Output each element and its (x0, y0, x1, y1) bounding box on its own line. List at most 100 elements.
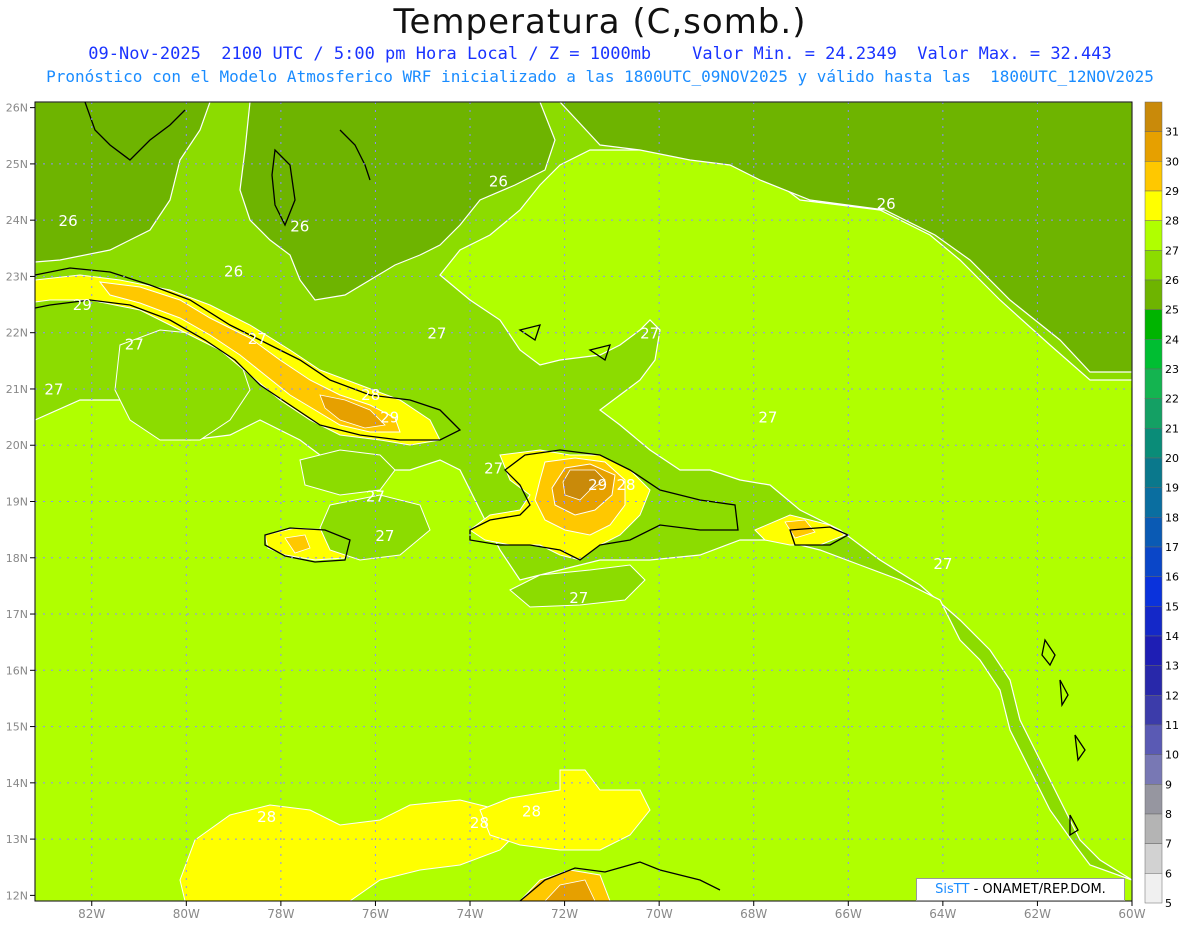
lon-tick-label: 60W (1118, 907, 1145, 921)
lat-tick-label: 26N (6, 102, 28, 115)
colorbar-label: 17 (1165, 541, 1179, 554)
lon-tick-label: 78W (267, 907, 294, 921)
colorbar-swatch (1144, 724, 1163, 755)
lat-tick-label: 24N (6, 214, 28, 227)
contour-label: 27 (44, 381, 63, 399)
colorbar-label: 18 (1165, 511, 1179, 524)
colorbar-swatch (1144, 101, 1163, 132)
map-plot-area: 26 262626262927272727 27282927272729 282727… (35, 102, 1132, 901)
colorbar-swatch (1144, 606, 1163, 637)
contour-label: 28 (470, 814, 489, 832)
contour-label: 27 (375, 527, 394, 545)
colorbar-swatch (1144, 665, 1163, 696)
contour-label: 29 (380, 409, 399, 427)
colorbar-swatch (1144, 309, 1163, 340)
colorbar-label: 27 (1165, 244, 1179, 257)
colorbar-swatch (1144, 398, 1163, 429)
contour-label: 26 (59, 212, 78, 230)
contour-label: 28 (361, 386, 380, 404)
lon-tick-label: 82W (78, 907, 105, 921)
lat-tick-label: 16N (6, 664, 28, 677)
contour-label: 28 (617, 476, 636, 494)
colorbar-label: 9 (1165, 778, 1172, 791)
temperature-map: 26 262626262927272727 27282927272729 282727… (6, 101, 1179, 921)
contour-label: 29 (588, 476, 607, 494)
colorbar-label: 15 (1165, 600, 1179, 613)
colorbar-swatch (1144, 576, 1163, 607)
contour-label: 27 (125, 336, 144, 354)
lat-tick-label: 19N (6, 496, 28, 509)
colorbar-label: 22 (1165, 393, 1179, 406)
contour-label: 27 (758, 409, 777, 427)
colorbar-label: 14 (1165, 630, 1179, 643)
lon-tick-label: 74W (456, 907, 483, 921)
contour-label: 27 (640, 324, 659, 342)
credit-box: SisTT - ONAMET/REP.DOM. (916, 878, 1125, 901)
lat-tick-label: 13N (6, 833, 28, 846)
lat-tick-label: 25N (6, 158, 28, 171)
lon-tick-label: 70W (646, 907, 673, 921)
colorbar-label: 19 (1165, 482, 1179, 495)
contour-label: 27 (366, 488, 385, 506)
sistt-logo: SisTT (935, 882, 970, 897)
colorbar-swatch (1144, 190, 1163, 221)
lon-tick-label: 68W (740, 907, 767, 921)
colorbar-swatch (1144, 220, 1163, 251)
lat-tick-label: 20N (6, 439, 28, 452)
lat-tick-label: 14N (6, 777, 28, 790)
colorbar-label: 31 (1165, 126, 1179, 139)
colorbar-label: 20 (1165, 452, 1179, 465)
colorbar-label: 12 (1165, 689, 1179, 702)
colorbar-swatch (1144, 546, 1163, 577)
lat-tick-label: 22N (6, 327, 28, 340)
colorbar-swatch (1144, 457, 1163, 488)
contour-label: 26 (489, 172, 508, 190)
colorbar-swatch (1144, 250, 1163, 281)
colorbar-label: 16 (1165, 571, 1179, 584)
colorbar-swatch (1144, 339, 1163, 370)
colorbar-label: 5 (1165, 897, 1172, 910)
colorbar-label: 25 (1165, 304, 1179, 317)
lat-tick-label: 23N (6, 270, 28, 283)
lat-tick-label: 12N (6, 889, 28, 902)
colorbar-swatch (1144, 161, 1163, 192)
colorbar-swatch (1144, 873, 1163, 904)
contour-label: 26 (224, 262, 243, 280)
colorbar-swatch (1144, 279, 1163, 310)
lon-tick-label: 64W (929, 907, 956, 921)
colorbar-swatch (1144, 813, 1163, 844)
credit-text: - ONAMET/REP.DOM. (969, 882, 1106, 897)
colorbar-swatch (1144, 368, 1163, 399)
contour-label: 27 (248, 330, 267, 348)
colorbar-label: 26 (1165, 274, 1179, 287)
colorbar-swatch (1144, 428, 1163, 459)
colorbar-swatch (1144, 487, 1163, 518)
colorbar-label: 24 (1165, 333, 1179, 346)
lat-tick-label: 18N (6, 552, 28, 565)
lon-tick-label: 76W (362, 907, 389, 921)
colorbar-label: 6 (1165, 867, 1172, 880)
contour-label: 27 (427, 324, 446, 342)
longitude-axis: 82W 80W 78W 76W 74W 72W 70W 68W 66W 64W 62W 60W (78, 901, 1146, 921)
lat-tick-label: 21N (6, 383, 28, 396)
lat-tick-label: 17N (6, 608, 28, 621)
colorbar-swatch (1144, 843, 1163, 874)
contour-label: 27 (933, 555, 952, 573)
contour-label: 26 (290, 217, 309, 235)
lon-tick-label: 66W (835, 907, 862, 921)
colorbar-swatch (1144, 695, 1163, 726)
lon-tick-label: 80W (173, 907, 200, 921)
colorbar-label: 21 (1165, 422, 1179, 435)
contour-label: 29 (73, 296, 92, 314)
lon-tick-label: 62W (1024, 907, 1051, 921)
contour-label: 27 (569, 589, 588, 607)
colorbar-label: 23 (1165, 363, 1179, 376)
contour-label: 28 (522, 803, 541, 821)
latitude-axis: 26N 25N 24N 23N 22N 21N 20N 19N 18N 17N 16N 15N 14N 1… (6, 102, 35, 902)
colorbar-swatch (1144, 131, 1163, 162)
colorbar-label: 10 (1165, 749, 1179, 762)
colorbar-label: 28 (1165, 215, 1179, 228)
lon-tick-label: 72W (551, 907, 578, 921)
colorbar-swatch (1144, 635, 1163, 666)
contour-label: 28 (257, 808, 276, 826)
